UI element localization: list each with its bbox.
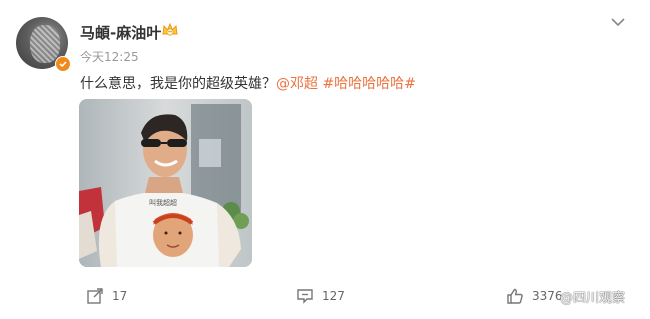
post-text-main: 什么意思，我是你的超级英雄？ — [80, 76, 276, 92]
comment-button[interactable]: 127 — [296, 286, 345, 306]
vip-crown-icon — [162, 22, 178, 36]
repost-count: 17 — [112, 289, 128, 303]
mention-link[interactable]: @邓超 — [276, 76, 318, 92]
shirt-text: 叫我超超 — [149, 198, 177, 207]
like-button[interactable]: 3376 — [506, 286, 563, 306]
post-text: 什么意思，我是你的超级英雄？@邓超 #哈哈哈哈哈# — [80, 73, 416, 93]
thumbs-up-icon — [507, 288, 523, 304]
verified-badge-icon — [55, 56, 71, 72]
repost-button[interactable]: 17 — [86, 286, 127, 306]
like-count: 3376 — [532, 289, 563, 303]
hashtag-link[interactable]: #哈哈哈哈哈# — [322, 76, 415, 92]
watermark: @四川观察 — [560, 291, 626, 306]
post-timestamp[interactable]: 今天12:25 — [80, 48, 139, 65]
chevron-down-icon[interactable] — [610, 15, 626, 29]
post-photo[interactable]: 叫我超超 — [79, 99, 252, 267]
comment-icon — [297, 289, 313, 304]
repost-icon — [87, 288, 103, 304]
username[interactable]: 马頔-麻油叶 — [80, 22, 161, 43]
comment-count: 127 — [322, 289, 345, 303]
